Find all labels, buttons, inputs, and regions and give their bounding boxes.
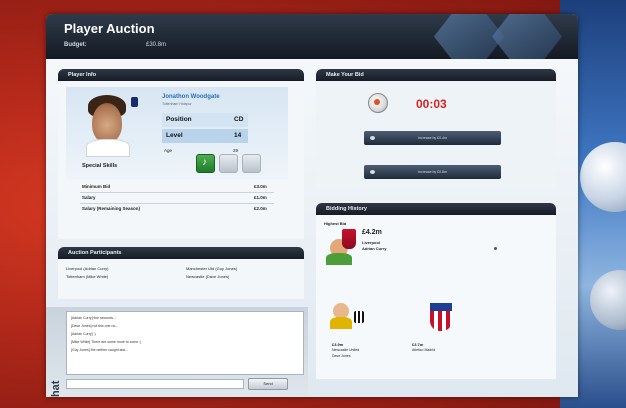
participants-header: Auction Participants [58, 247, 304, 259]
skill-slot-empty [242, 154, 261, 173]
divider [80, 192, 274, 193]
chat-message: [Mike White] There are some more to come… [71, 340, 142, 344]
position-row: Position CD [162, 113, 248, 127]
player-name: Jonathon Woodgate [162, 94, 220, 100]
atletico-crest-icon [430, 303, 452, 331]
level-value: 14 [234, 132, 242, 139]
age-label: Age [164, 148, 173, 153]
hex-decoration [492, 14, 562, 59]
participant-right-1: Manchester Utd (Guy Jones) [186, 266, 238, 271]
level-row: Level 14 [162, 129, 248, 143]
age-value: 29 [233, 148, 239, 153]
skill-slot-empty [219, 154, 238, 173]
player-club: Tottenham Hotspur [162, 102, 192, 106]
increase-bid-button-small[interactable]: Increase by £0.4m [364, 131, 501, 145]
highest-bid-amount: £4.2m [362, 229, 382, 236]
bidding-history-panel: Highest Bid £4.2m Liverpool Adrian Curry… [316, 215, 556, 379]
bidder3-amount: £3.7m [412, 342, 424, 347]
bid-timer: 00:03 [416, 97, 447, 111]
divider [80, 203, 274, 204]
eye-icon [370, 136, 375, 140]
salary-remaining-label: Salary (Remaining Season) [82, 206, 141, 211]
stopwatch-icon [368, 93, 388, 113]
bidder2-manager: Dave Jones [332, 354, 351, 358]
chat-input[interactable] [66, 379, 244, 389]
player-info-panel: Jonathon Woodgate Tottenham Hotspur Posi… [58, 81, 304, 239]
chat-message: [Adrian Curry] five seconds... [71, 316, 116, 320]
increase-bid-button-large[interactable]: Increase by £0.8m [364, 165, 501, 179]
bidding-history-header: Bidding History [316, 203, 556, 215]
player-photo [82, 93, 132, 157]
highest-bid-club: Liverpool [362, 240, 381, 245]
minimum-bid-label: Minimum Bid [82, 184, 111, 189]
salary-remaining-value: £2.0m [254, 206, 267, 211]
highest-bid-label: Highest Bid [324, 221, 347, 226]
bidder-avatar-newcastle [330, 303, 352, 329]
eye-icon [370, 170, 375, 174]
participant-left-1: Liverpool (Adrian Curry) [66, 266, 109, 271]
highest-bid-manager: Adrian Curry [362, 246, 387, 251]
newcastle-crest-icon [354, 311, 364, 323]
position-value: CD [234, 116, 244, 123]
budget-label: Budget: [64, 42, 87, 48]
level-label: Level [166, 132, 183, 139]
dot-marker [494, 247, 497, 250]
title-bar: Player Auction Budget: £30.8m [46, 14, 578, 59]
participant-left-2: Tottenham (Mike White) [66, 274, 109, 279]
player-info-header: Player Info [58, 69, 304, 81]
make-bid-panel: 00:03 Increase by £0.4m Increase by £0.8… [316, 81, 556, 189]
chat-message: [Dave Jones] not this one no... [71, 324, 119, 328]
chat-label: Chat [50, 380, 62, 397]
liverpool-crest-icon [342, 229, 356, 249]
minimum-bid-value: £3.0m [254, 184, 267, 189]
special-skills-label: Special Skills [82, 163, 118, 169]
send-button[interactable]: Send [248, 378, 288, 390]
skill-slot-active: ♪ [196, 154, 215, 173]
budget-value: £30.8m [146, 42, 167, 48]
participant-right-2: Newcastle (Dave Jones) [186, 274, 230, 279]
salary-label: Salary [82, 195, 96, 200]
bidder3-club: Atletico Madrid [412, 348, 436, 352]
make-bid-header: Make Your Bid [316, 69, 556, 81]
chat-message: [Guy Jones] Me neither caught last... [71, 348, 129, 352]
salary-value: £1.0m [254, 195, 267, 200]
content-area: Player Info Jonathon Woodgate Tottenham … [46, 59, 578, 397]
bidder2-club: Newcastle United [332, 348, 360, 352]
participants-panel: Liverpool (Adrian Curry) Tottenham (Mike… [58, 259, 304, 299]
chat-message: [Adrian Curry] :) [71, 332, 96, 336]
position-label: Position [166, 116, 192, 123]
page-title: Player Auction [64, 21, 155, 36]
chat-log[interactable]: [Adrian Curry] five seconds... [Dave Jon… [66, 311, 304, 375]
auction-window: Player Auction Budget: £30.8m Player Inf… [46, 14, 578, 397]
club-crest-icon [131, 97, 138, 107]
bidder2-amount: £3.9m [332, 342, 344, 347]
